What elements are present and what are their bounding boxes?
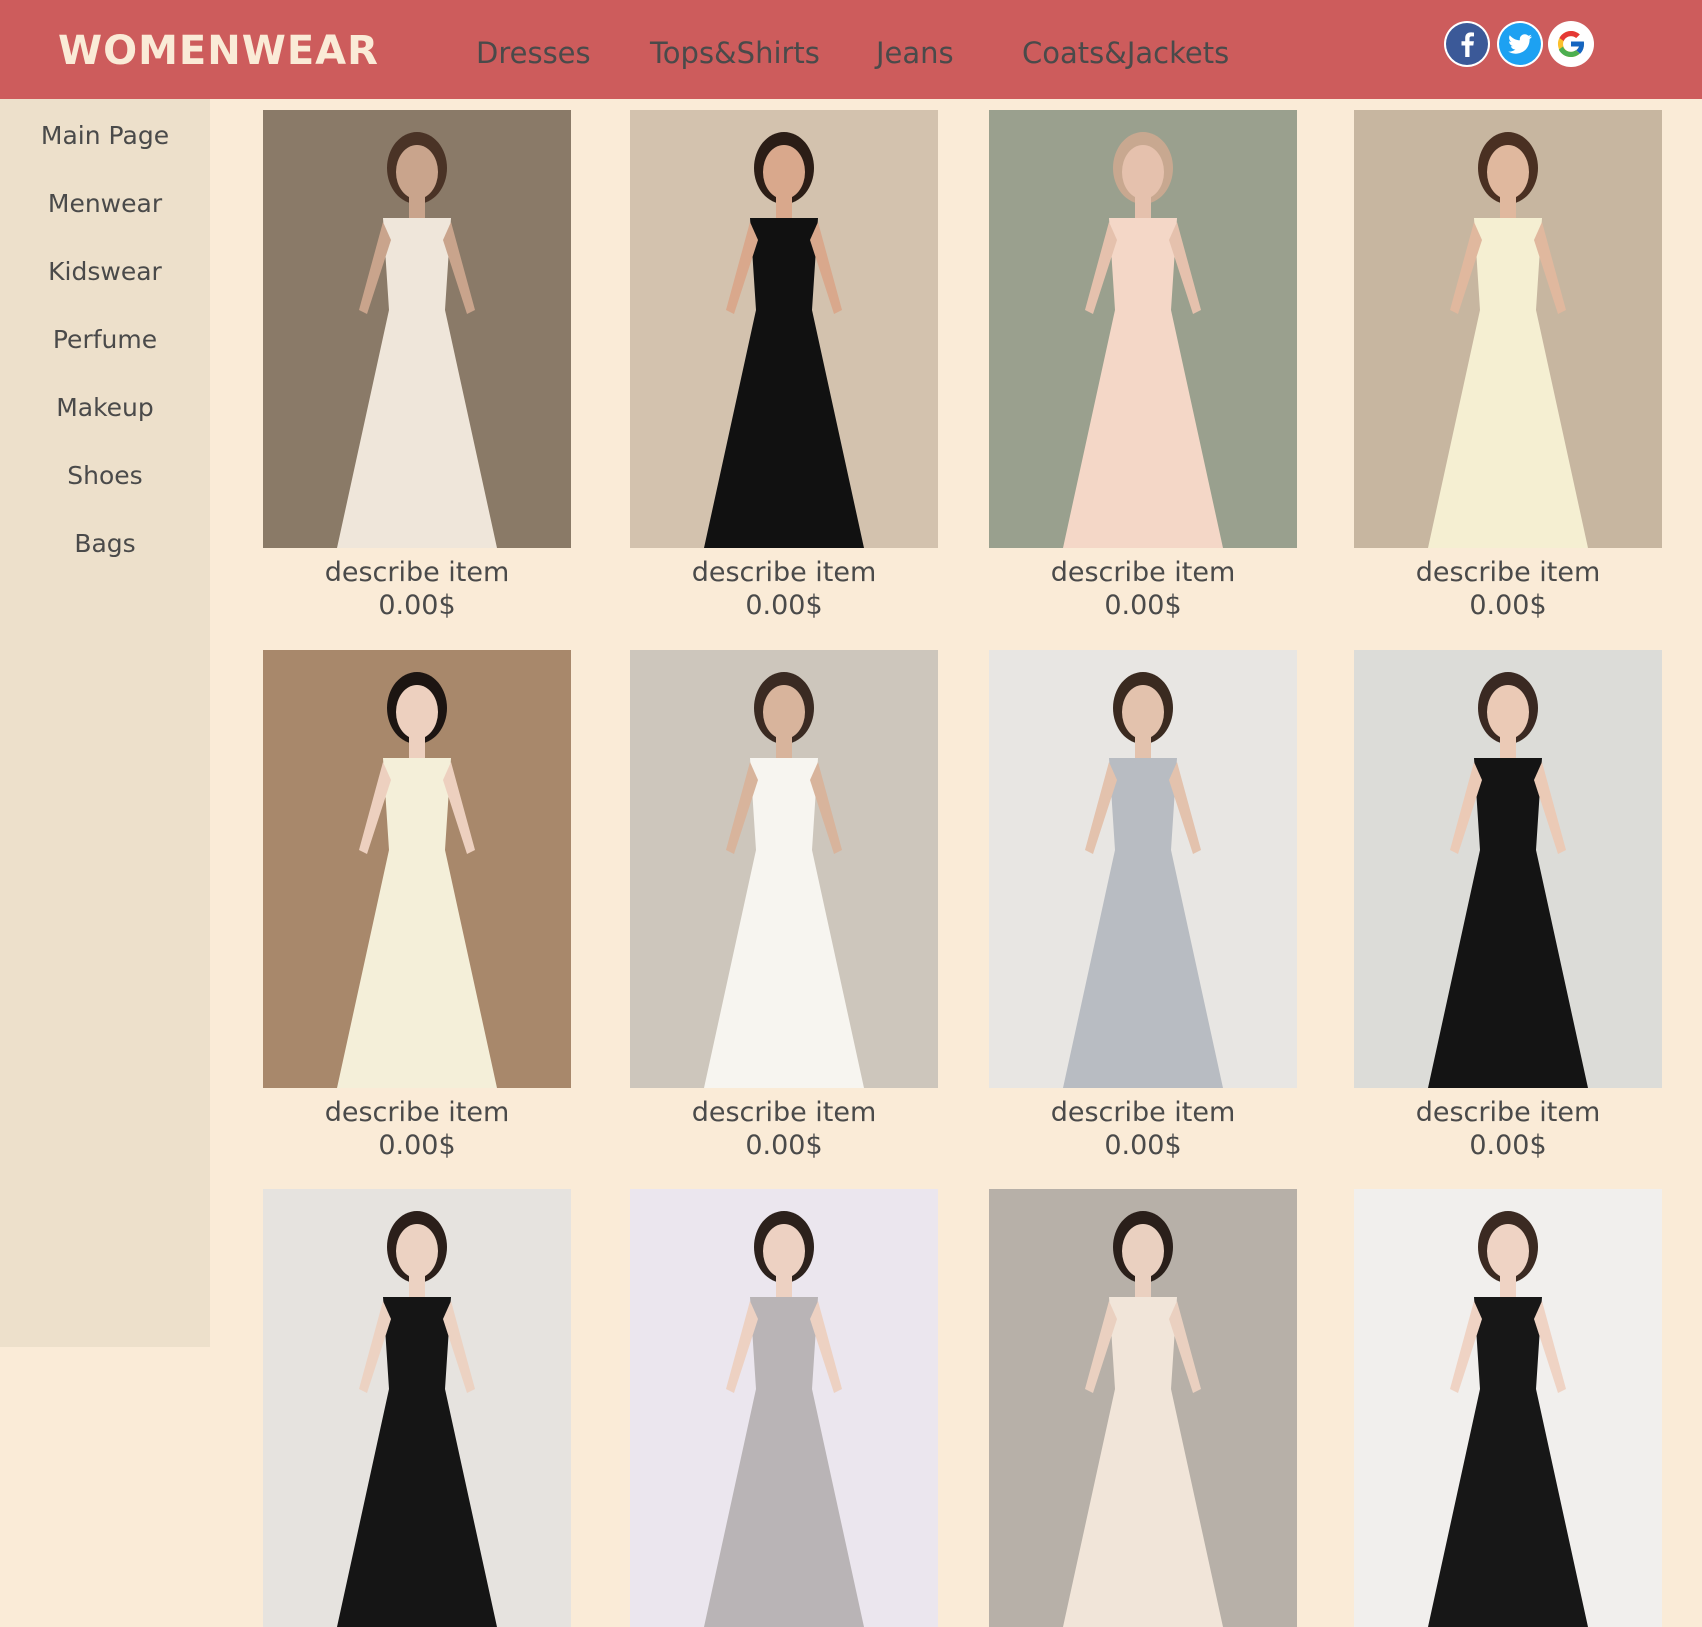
product-image[interactable] — [989, 1189, 1297, 1627]
product-image[interactable] — [989, 650, 1297, 1088]
sidebar-item-bags[interactable]: Bags — [0, 529, 210, 558]
twitter-icon[interactable] — [1497, 21, 1543, 67]
product-image[interactable] — [1354, 1189, 1662, 1627]
product-description: describe item — [324, 1097, 510, 1128]
nav-jeans[interactable]: Jeans — [876, 36, 954, 70]
sidebar-item-shoes[interactable]: Shoes — [0, 461, 210, 490]
product-image[interactable] — [1354, 110, 1662, 548]
product-image[interactable] — [630, 110, 938, 548]
sidebar-item-makeup[interactable]: Makeup — [0, 393, 210, 422]
sidebar: Main Page Menwear Kidswear Perfume Makeu… — [0, 99, 210, 1347]
facebook-icon[interactable] — [1444, 21, 1490, 67]
nav-coats-jackets[interactable]: Coats&Jackets — [1022, 36, 1229, 70]
header-bar: WOMENWEAR Dresses Tops&Shirts Jeans Coat… — [0, 0, 1702, 99]
product-image[interactable] — [263, 1189, 571, 1627]
sidebar-item-menwear[interactable]: Menwear — [0, 189, 210, 218]
product-description: describe item — [1050, 1097, 1236, 1128]
sidebar-item-kidswear[interactable]: Kidswear — [0, 257, 210, 286]
product-description: describe item — [1415, 1097, 1601, 1128]
product-image[interactable] — [263, 650, 571, 1088]
product-image[interactable] — [630, 1189, 938, 1627]
product-description: describe item — [324, 557, 510, 588]
product-image[interactable] — [263, 110, 571, 548]
product-price: 0.00$ — [1104, 1130, 1182, 1161]
sidebar-item-main-page[interactable]: Main Page — [0, 121, 210, 150]
product-price: 0.00$ — [1104, 590, 1182, 621]
product-description: describe item — [691, 1097, 877, 1128]
product-image[interactable] — [630, 650, 938, 1088]
product-price: 0.00$ — [378, 1130, 456, 1161]
product-image[interactable] — [989, 110, 1297, 548]
nav-tops-shirts[interactable]: Tops&Shirts — [650, 36, 820, 70]
sidebar-item-perfume[interactable]: Perfume — [0, 325, 210, 354]
brand-logo[interactable]: WOMENWEAR — [58, 28, 379, 74]
product-description: describe item — [1415, 557, 1601, 588]
google-icon[interactable] — [1548, 21, 1594, 67]
product-price: 0.00$ — [378, 590, 456, 621]
product-description: describe item — [1050, 557, 1236, 588]
product-image[interactable] — [1354, 650, 1662, 1088]
nav-dresses[interactable]: Dresses — [476, 36, 591, 70]
product-description: describe item — [691, 557, 877, 588]
product-price: 0.00$ — [745, 590, 823, 621]
product-price: 0.00$ — [745, 1130, 823, 1161]
product-price: 0.00$ — [1469, 590, 1547, 621]
product-price: 0.00$ — [1469, 1130, 1547, 1161]
